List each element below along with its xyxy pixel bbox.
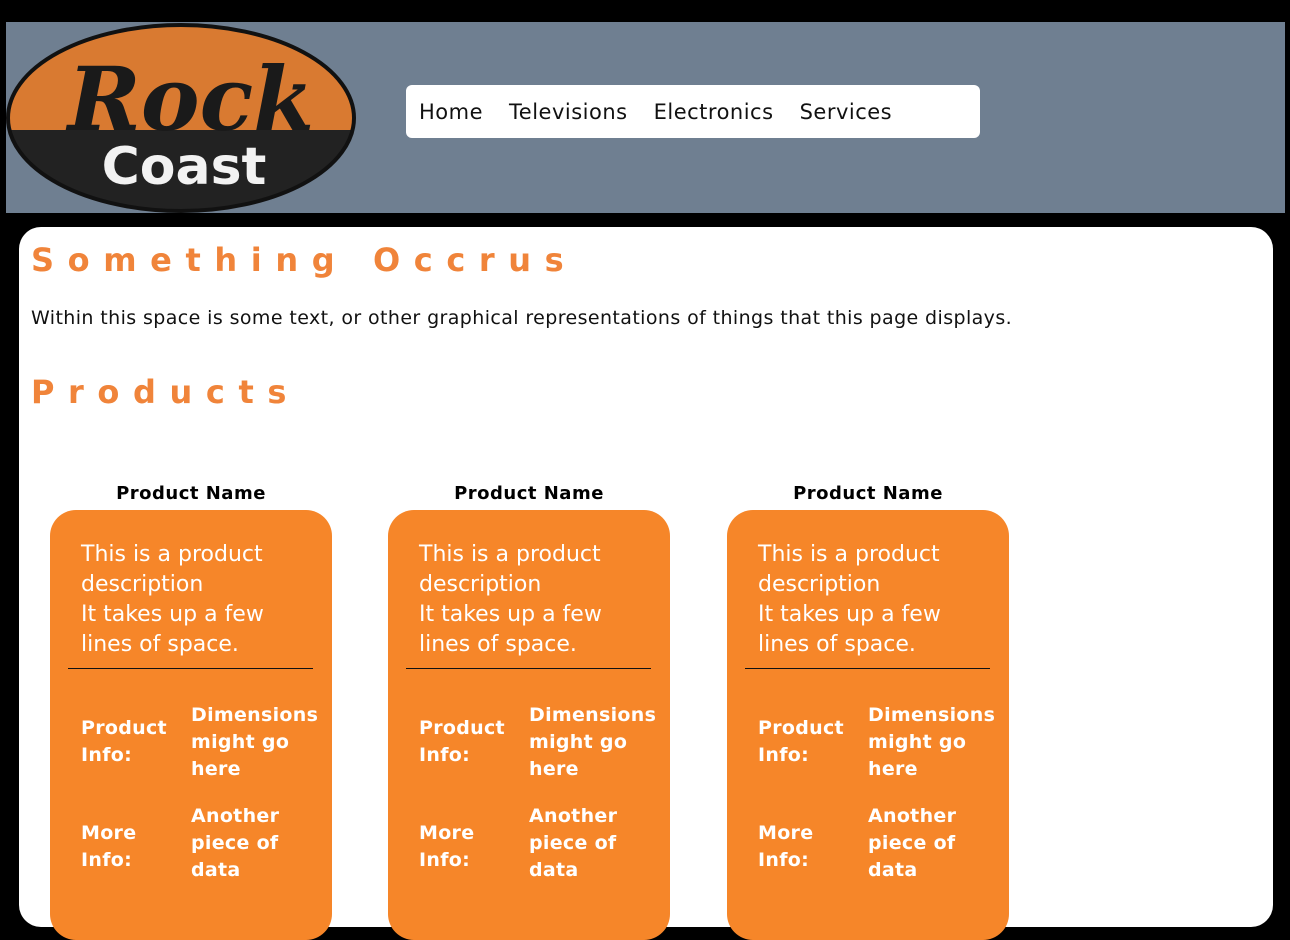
products-heading: Products [31,373,301,411]
site-header: Rock Coast Home Televisions Electronics … [6,22,1285,213]
nav-electronics[interactable]: Electronics [654,100,774,124]
product-info-value: Dimensions might go here [868,704,996,780]
product-divider [406,668,651,669]
product-description: This is a product description It takes u… [81,542,264,657]
product-card[interactable]: Product Name This is a product descripti… [50,482,332,940]
product-info-label: Product Info: [419,717,505,766]
product-divider [68,668,313,669]
product-card[interactable]: Product Name This is a product descripti… [727,482,1009,940]
product-description: This is a product description It takes u… [419,542,602,657]
product-description: This is a product description It takes u… [758,542,941,657]
main-nav: Home Televisions Electronics Services [406,85,980,138]
product-card-body: This is a product description It takes u… [50,510,332,940]
more-info-value: Another piece of data [191,805,280,881]
product-info-value: Dimensions might go here [191,704,319,780]
more-info-label: More Info: [81,822,137,871]
product-info-value: Dimensions might go here [529,704,657,780]
nav-home[interactable]: Home [419,100,483,124]
svg-text:Coast: Coast [102,137,267,197]
more-info-label: More Info: [758,822,814,871]
product-card-body: This is a product description It takes u… [727,510,1009,940]
rock-coast-logo[interactable]: Rock Coast [6,22,358,214]
page-title: Something Occrus [31,241,578,279]
intro-text: Within this space is some text, or other… [31,307,1013,329]
product-name: Product Name [454,483,604,504]
more-info-label: More Info: [419,822,475,871]
svg-text:Rock: Rock [65,47,314,151]
product-card[interactable]: Product Name This is a product descripti… [388,482,670,940]
product-info-label: Product Info: [81,717,167,766]
product-card-body: This is a product description It takes u… [388,510,670,940]
nav-televisions[interactable]: Televisions [509,100,628,124]
nav-services[interactable]: Services [800,100,893,124]
more-info-value: Another piece of data [868,805,957,881]
product-name: Product Name [116,483,266,504]
more-info-value: Another piece of data [529,805,618,881]
product-name: Product Name [793,483,943,504]
product-divider [745,668,990,669]
main-content: Something Occrus Within this space is so… [19,227,1273,940]
product-info-label: Product Info: [758,717,844,766]
